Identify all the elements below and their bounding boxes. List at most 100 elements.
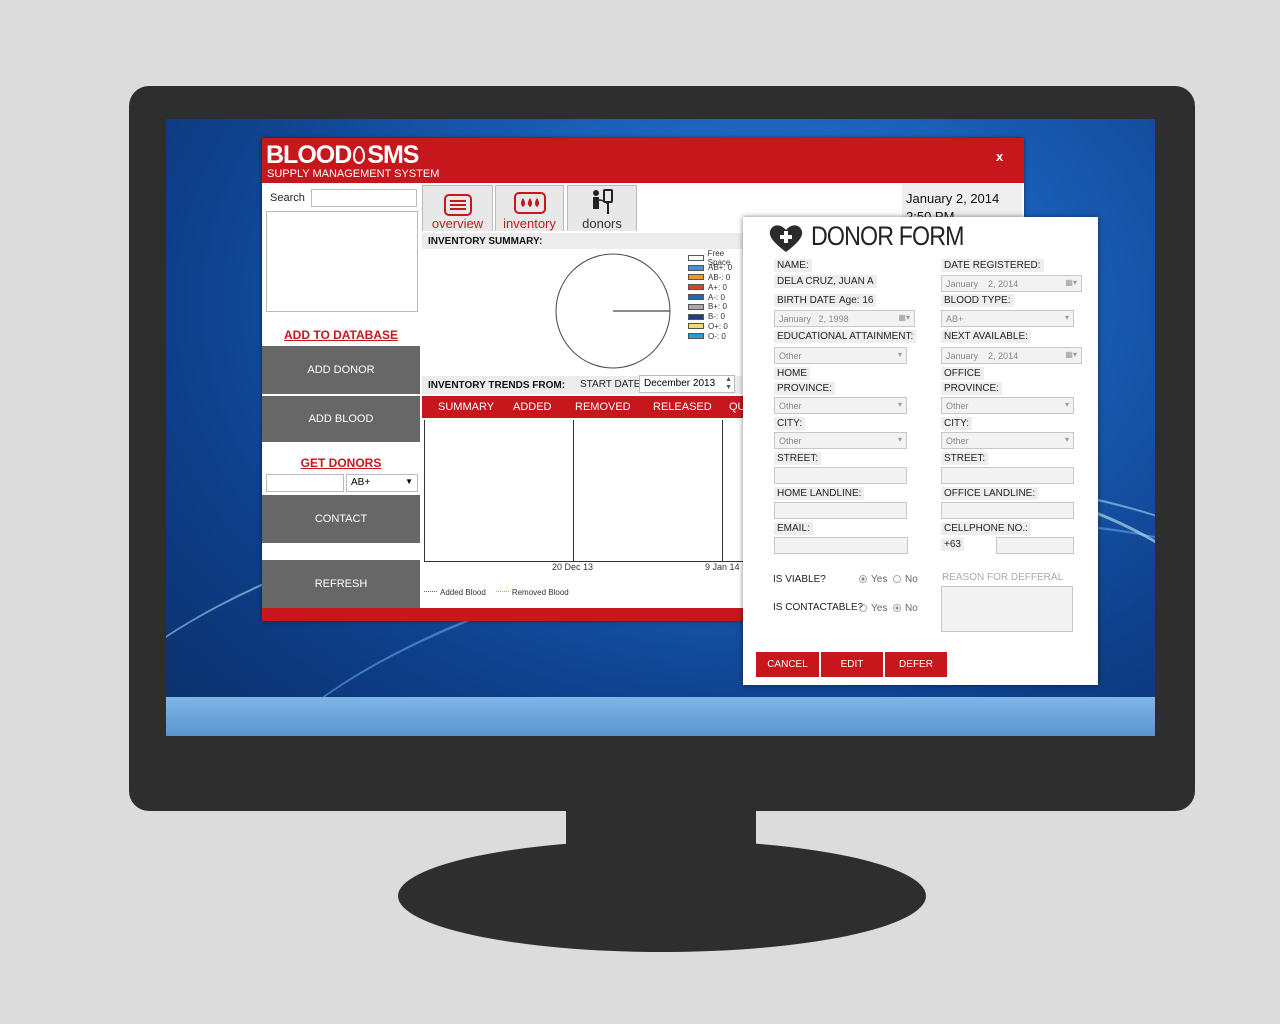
tab-overview-label: overview — [431, 216, 484, 231]
cellphone-prefix: +63 — [941, 538, 964, 551]
taskbar[interactable] — [166, 697, 1155, 736]
app-tagline: SUPPLY MANAGEMENT SYSTEM — [267, 168, 440, 180]
contactable-no-radio[interactable]: No — [893, 603, 918, 614]
donor-iv-icon — [593, 189, 613, 214]
refresh-button[interactable]: REFRESH — [262, 560, 420, 608]
office-city-select[interactable]: Other ▾ — [941, 432, 1074, 449]
office-province-label: PROVINCE: — [941, 382, 1003, 395]
start-date-label: START DATE — [580, 379, 641, 390]
home-city-label: CITY: — [774, 417, 806, 430]
educational-attainment-select[interactable]: Other ▾ — [774, 347, 907, 364]
legend-item: O-: 0 — [688, 331, 748, 341]
office-province-select[interactable]: Other ▾ — [941, 397, 1074, 414]
radio-selected-icon — [859, 575, 867, 583]
column-summary[interactable]: SUMMARY — [438, 401, 494, 413]
office-landline-input[interactable] — [941, 502, 1074, 519]
name-label: NAME: — [774, 259, 812, 272]
x-tick-label: 9 Jan 14 — [705, 562, 740, 572]
gridline — [573, 420, 574, 561]
tab-inventory[interactable]: inventory — [495, 185, 564, 231]
edit-button[interactable]: EDIT — [821, 652, 883, 677]
next-available-label: NEXT AVAILABLE: — [941, 330, 1031, 343]
datetime-panel: January 2, 2014 2:50 PM — [902, 184, 1022, 218]
contactable-yes-radio[interactable]: Yes — [859, 603, 887, 614]
legend-swatch — [688, 333, 704, 340]
x-tick-label: 20 Dec 13 — [552, 562, 594, 572]
add-to-database-heading: ADD TO DATABASE — [284, 328, 398, 342]
home-province-select[interactable]: Other ▾ — [774, 397, 907, 414]
blood-drop-icon — [353, 146, 366, 164]
date-registered-label: DATE REGISTERED: — [941, 259, 1044, 272]
chevron-down-icon: ▾ — [1064, 400, 1069, 409]
blood-type-select[interactable]: AB+ ▼ — [346, 474, 418, 492]
tab-inventory-label: inventory — [503, 216, 556, 231]
legend-label: B+: 0 — [708, 302, 727, 312]
home-province-label: PROVINCE: — [774, 382, 836, 395]
chevron-down-icon: ▾ — [1064, 435, 1069, 444]
inventory-pie-chart — [555, 253, 671, 369]
blood-type-select[interactable]: AB+ ▾ — [941, 310, 1074, 327]
office-city-label: CITY: — [941, 417, 973, 430]
start-date-picker[interactable]: December 2013 ▲ ▼ — [639, 375, 735, 393]
office-landline-label: OFFICE LANDLINE: — [941, 487, 1039, 500]
legend-label: AB+: 0 — [708, 263, 733, 273]
gridline — [722, 420, 723, 561]
home-street-label: STREET: — [774, 452, 822, 465]
home-label: HOME — [774, 367, 810, 380]
monitor-stand — [398, 840, 926, 952]
email-input[interactable] — [774, 537, 908, 554]
donor-search-input[interactable] — [266, 474, 344, 492]
calendar-icon[interactable]: ▦▾ — [1065, 278, 1077, 287]
defer-button[interactable]: DEFER — [885, 652, 947, 677]
tab-overview[interactable]: overview — [422, 185, 493, 231]
birth-date-picker[interactable]: January 2, 1998 ▦▾ — [774, 310, 915, 327]
cellphone-input[interactable] — [996, 537, 1074, 554]
tab-donors[interactable]: donors — [567, 185, 637, 231]
inventory-summary-title: INVENTORY SUMMARY: — [422, 233, 782, 249]
viable-no-radio[interactable]: No — [893, 574, 918, 585]
search-results-list[interactable] — [266, 211, 418, 312]
radio-selected-icon — [893, 604, 901, 612]
dotted-line-icon — [424, 591, 437, 592]
home-landline-input[interactable] — [774, 502, 907, 519]
calendar-icon[interactable]: ▦▾ — [1065, 350, 1077, 359]
blood-type-label: BLOOD TYPE: — [941, 294, 1014, 307]
date-registered-picker[interactable]: January 2, 2014 ▦▾ — [941, 275, 1082, 292]
cancel-button[interactable]: CANCEL — [756, 652, 819, 677]
column-released[interactable]: RELEASED — [653, 401, 712, 413]
home-city-select[interactable]: Other ▾ — [774, 432, 907, 449]
search-input[interactable] — [311, 189, 417, 207]
next-available-picker[interactable]: January 2, 2014 ▦▾ — [941, 347, 1082, 364]
tab-donors-label: donors — [582, 216, 622, 231]
add-donor-button[interactable]: ADD DONOR — [262, 346, 420, 394]
office-street-label: STREET: — [941, 452, 989, 465]
legend-swatch — [688, 313, 704, 320]
legend-label: B-: 0 — [708, 312, 725, 322]
column-removed[interactable]: REMOVED — [575, 401, 631, 413]
cellphone-label: CELLPHONE NO.: — [941, 522, 1031, 535]
donor-form-dialog: DONOR FORM NAME: DELA CRUZ, JUAN A BIRTH… — [743, 217, 1098, 685]
legend-swatch — [688, 294, 704, 301]
home-street-input[interactable] — [774, 467, 907, 484]
blood-bags-icon — [513, 192, 546, 214]
reason-for-deferral-textarea[interactable] — [941, 586, 1073, 632]
calendar-icon[interactable]: ▦▾ — [898, 313, 910, 322]
is-contactable-label: IS CONTACTABLE? — [773, 602, 864, 613]
office-street-input[interactable] — [941, 467, 1074, 484]
legend-item: B-: 0 — [688, 312, 748, 322]
legend-swatch — [688, 303, 704, 310]
chevron-down-icon: ▼ — [405, 477, 413, 486]
legend-item: A-: 0 — [688, 292, 748, 302]
birth-date-label: BIRTH DATE: — [774, 294, 842, 307]
close-button[interactable]: x — [996, 149, 1003, 164]
spinner-icon[interactable]: ▲ ▼ — [725, 376, 732, 392]
heart-plus-icon — [769, 225, 803, 252]
column-added[interactable]: ADDED — [513, 401, 552, 413]
add-blood-button[interactable]: ADD BLOOD — [262, 396, 420, 442]
legend-item: AB-: 0 — [688, 273, 748, 283]
legend-label: A+: 0 — [708, 282, 727, 292]
legend-swatch — [688, 254, 704, 261]
viable-yes-radio[interactable]: Yes — [859, 574, 887, 585]
contact-button[interactable]: CONTACT — [262, 495, 420, 543]
legend-swatch — [688, 323, 704, 330]
